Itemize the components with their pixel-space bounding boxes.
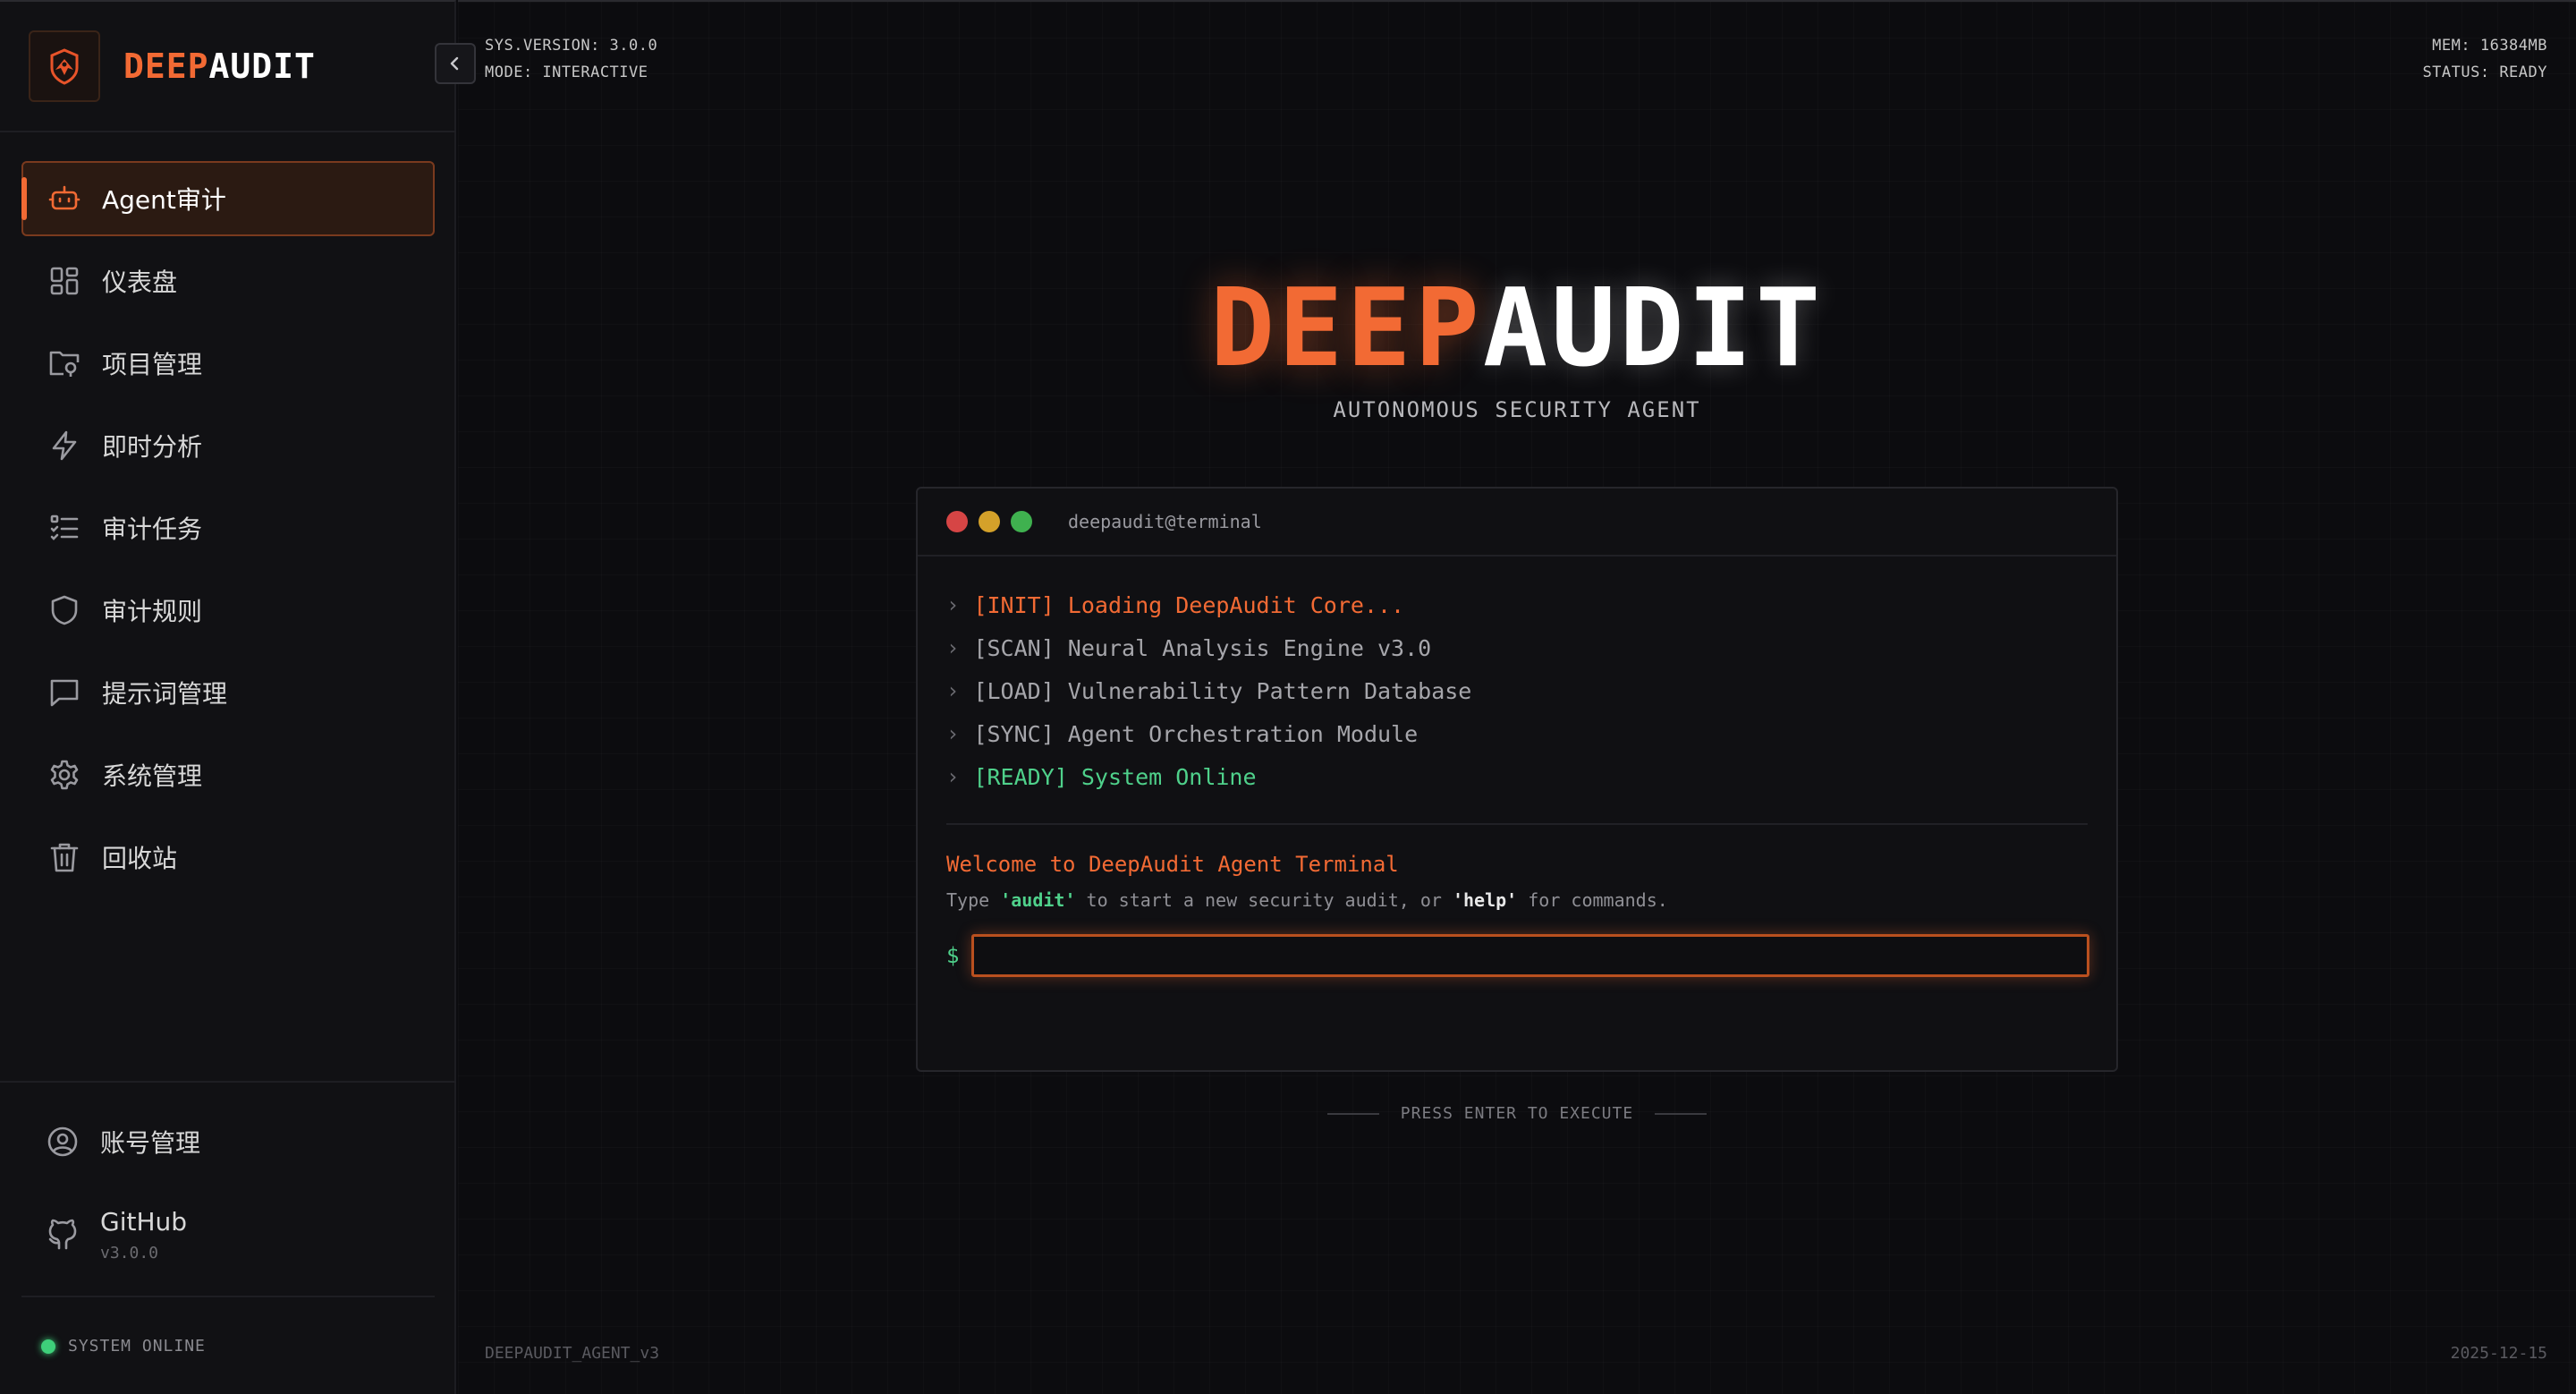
sidebar-item-label: 即时分析 — [102, 432, 203, 462]
chevron-right-icon: › — [946, 635, 960, 660]
terminal-line: › [READY] System Online — [946, 755, 2088, 798]
terminal-header: deepaudit@terminal — [918, 489, 2116, 557]
welcome-message: Welcome to DeepAudit Agent Terminal — [946, 852, 1399, 877]
command-input[interactable] — [971, 934, 2089, 977]
terminal-line-text: [SYNC] Agent Orchestration Module — [973, 720, 1419, 747]
press-enter-hint: PRESS ENTER TO EXECUTE — [458, 1104, 2576, 1123]
brand-name: DEEPAUDIT — [123, 47, 316, 86]
sidebar-item-github[interactable]: GitHub v3.0.0 — [21, 1188, 435, 1281]
folder-icon — [47, 345, 82, 381]
chevron-right-icon: › — [946, 721, 960, 746]
hero-title-accent: DEEP — [1209, 267, 1483, 391]
brand[interactable]: DEEPAUDIT — [29, 30, 316, 102]
terminal-line-text: [SCAN] Neural Analysis Engine v3.0 — [973, 634, 1432, 661]
main-area: SYS.VERSION: 3.0.0 MODE: INTERACTIVE MEM… — [458, 0, 2576, 1394]
sidebar-divider — [0, 1081, 456, 1083]
sidebar-item-label: 审计规则 — [102, 597, 203, 626]
sidebar-nav: Agent审计 仪表盘 项目管理 即时分析 审计任务 审计规则 提示词管理 系统… — [21, 161, 435, 902]
sidebar-item-label: Agent审计 — [102, 185, 226, 215]
dashboard-grid-icon — [47, 263, 82, 299]
press-enter-label: PRESS ENTER TO EXECUTE — [1400, 1104, 1634, 1123]
sidebar-item-label: 仪表盘 — [102, 268, 178, 297]
hint-suffix: for commands. — [1517, 889, 1668, 911]
chevron-right-icon: › — [946, 678, 960, 703]
command-prompt: $ — [918, 911, 2116, 977]
sidebar: DEEPAUDIT Agent审计 仪表盘 项目管理 即时分析 审计任务 审计规… — [0, 0, 456, 1394]
system-info-right: MEM: 16384MB STATUS: READY — [2422, 32, 2547, 86]
hero-title-plain: AUDIT — [1482, 267, 1825, 391]
hint-prefix: Type — [946, 889, 1001, 911]
terminal-line-text: [LOAD] Vulnerability Pattern Database — [973, 677, 1472, 704]
sidebar-item-instant-analysis[interactable]: 即时分析 — [21, 408, 435, 483]
divider-line — [1655, 1112, 1707, 1115]
terminal-line: › [INIT] Loading DeepAudit Core... — [946, 583, 2088, 626]
hero-subtitle: AUTONOMOUS SECURITY AGENT — [1333, 397, 1701, 422]
system-status: SYSTEM ONLINE — [41, 1337, 206, 1356]
hint-help-keyword: 'help' — [1452, 889, 1518, 911]
terminal-line: › [LOAD] Vulnerability Pattern Database — [946, 669, 2088, 712]
gear-icon — [47, 757, 82, 793]
task-list-icon — [47, 510, 82, 546]
brand-name-plain: AUDIT — [208, 47, 316, 86]
chat-icon — [47, 675, 82, 710]
status-dot-icon — [41, 1339, 55, 1354]
trash-icon — [47, 839, 82, 875]
system-status-label: SYSTEM ONLINE — [68, 1337, 206, 1356]
footer-date: 2025-12-15 — [2450, 1344, 2547, 1363]
sys-mem: MEM: 16384MB — [2432, 37, 2547, 55]
sidebar-item-recycle-bin[interactable]: 回收站 — [21, 820, 435, 895]
sidebar-item-system[interactable]: 系统管理 — [21, 737, 435, 812]
sidebar-item-dashboard[interactable]: 仪表盘 — [21, 243, 435, 319]
terminal-line-text: [INIT] Loading DeepAudit Core... — [973, 591, 1405, 618]
collapse-sidebar-button[interactable] — [435, 43, 476, 84]
sidebar-item-projects[interactable]: 项目管理 — [21, 326, 435, 401]
maximize-dot-icon[interactable] — [1011, 511, 1032, 532]
sidebar-item-prompts[interactable]: 提示词管理 — [21, 655, 435, 730]
prompt-symbol: $ — [946, 943, 960, 968]
sidebar-item-audit-tasks[interactable]: 审计任务 — [21, 490, 435, 565]
sidebar-item-label: 审计任务 — [102, 514, 203, 544]
help-hint: Type 'audit' to start a new security aud… — [918, 877, 2116, 911]
sys-mode: MODE: INTERACTIVE — [485, 64, 648, 81]
terminal-title: deepaudit@terminal — [1068, 511, 1262, 532]
chevron-right-icon: › — [946, 592, 960, 617]
terminal-log: › [INIT] Loading DeepAudit Core... › [SC… — [918, 557, 2116, 798]
robot-icon — [47, 181, 82, 217]
close-dot-icon[interactable] — [946, 511, 968, 532]
github-label: GitHub — [100, 1207, 188, 1237]
sidebar-item-audit-rules[interactable]: 审计规则 — [21, 573, 435, 648]
minimize-dot-icon[interactable] — [979, 511, 1000, 532]
sidebar-item-label: 提示词管理 — [102, 679, 228, 709]
hint-middle: to start a new security audit, or — [1075, 889, 1453, 911]
terminal-line-text: [READY] System Online — [973, 763, 1257, 790]
terminal-window: deepaudit@terminal › [INIT] Loading Deep… — [916, 487, 2118, 1072]
lightning-icon — [47, 428, 82, 463]
sidebar-item-label: 系统管理 — [102, 761, 203, 791]
sidebar-item-account[interactable]: 账号管理 — [21, 1104, 435, 1179]
sys-version: SYS.VERSION: 3.0.0 — [485, 37, 658, 55]
account-label: 账号管理 — [100, 1128, 201, 1158]
chevron-left-icon — [447, 55, 463, 72]
user-circle-icon — [45, 1124, 80, 1160]
sidebar-bottom-nav: 账号管理 GitHub v3.0.0 — [21, 1104, 435, 1281]
hero-title: DEEPAUDIT — [458, 267, 2576, 391]
github-icon — [45, 1217, 80, 1253]
sidebar-item-label: 项目管理 — [102, 350, 203, 379]
sidebar-divider — [0, 131, 456, 132]
chevron-right-icon: › — [946, 764, 960, 789]
github-version: v3.0.0 — [100, 1244, 159, 1262]
system-info-left: SYS.VERSION: 3.0.0 MODE: INTERACTIVE — [485, 32, 657, 86]
sidebar-item-label: 回收站 — [102, 844, 178, 873]
sidebar-divider — [21, 1296, 435, 1297]
sidebar-item-agent-audit[interactable]: Agent审计 — [21, 161, 435, 236]
hint-audit-keyword: 'audit' — [1000, 889, 1076, 911]
bird-shield-icon — [29, 30, 100, 102]
brand-name-accent: DEEP — [123, 47, 209, 86]
terminal-line: › [SCAN] Neural Analysis Engine v3.0 — [946, 626, 2088, 669]
shield-icon — [47, 592, 82, 628]
divider-line — [1326, 1112, 1379, 1115]
footer-agent-id: DEEPAUDIT_AGENT_v3 — [485, 1344, 660, 1363]
terminal-line: › [SYNC] Agent Orchestration Module — [946, 712, 2088, 755]
sys-status: STATUS: READY — [2422, 64, 2547, 81]
